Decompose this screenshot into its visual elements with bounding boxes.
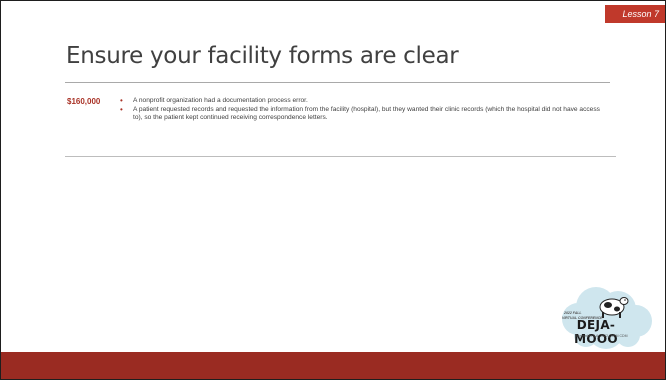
logo-line1: 2022 FALL	[564, 311, 582, 315]
logo-brand: DEJA-MOOO	[574, 318, 618, 346]
conference-logo: 2022 FALL VIRTUAL CONFERENCE DEJA-MOOO N…	[556, 269, 661, 351]
row-divider	[65, 156, 616, 157]
footer-bar	[1, 352, 665, 379]
logo-dates: November 5-6, 2022 | HPM CDM	[576, 334, 628, 338]
title-divider	[65, 82, 610, 83]
bullet-icon: •	[120, 104, 123, 114]
bullet-item: • A nonprofit organization had a document…	[120, 96, 610, 106]
bullet-item: • A patient requested records and request…	[120, 104, 610, 123]
slide-title: Ensure your facility forms are clear	[66, 43, 459, 69]
slide: Lesson 7 Ensure your facility forms are …	[1, 1, 665, 379]
bullet-text: A patient requested records and requeste…	[133, 105, 600, 122]
bullet-list: • A nonprofit organization had a document…	[120, 96, 610, 123]
fine-amount: $160,000	[67, 97, 101, 106]
bullet-text: A nonprofit organization had a documenta…	[133, 97, 308, 104]
lesson-tag: Lesson 7	[605, 5, 665, 23]
